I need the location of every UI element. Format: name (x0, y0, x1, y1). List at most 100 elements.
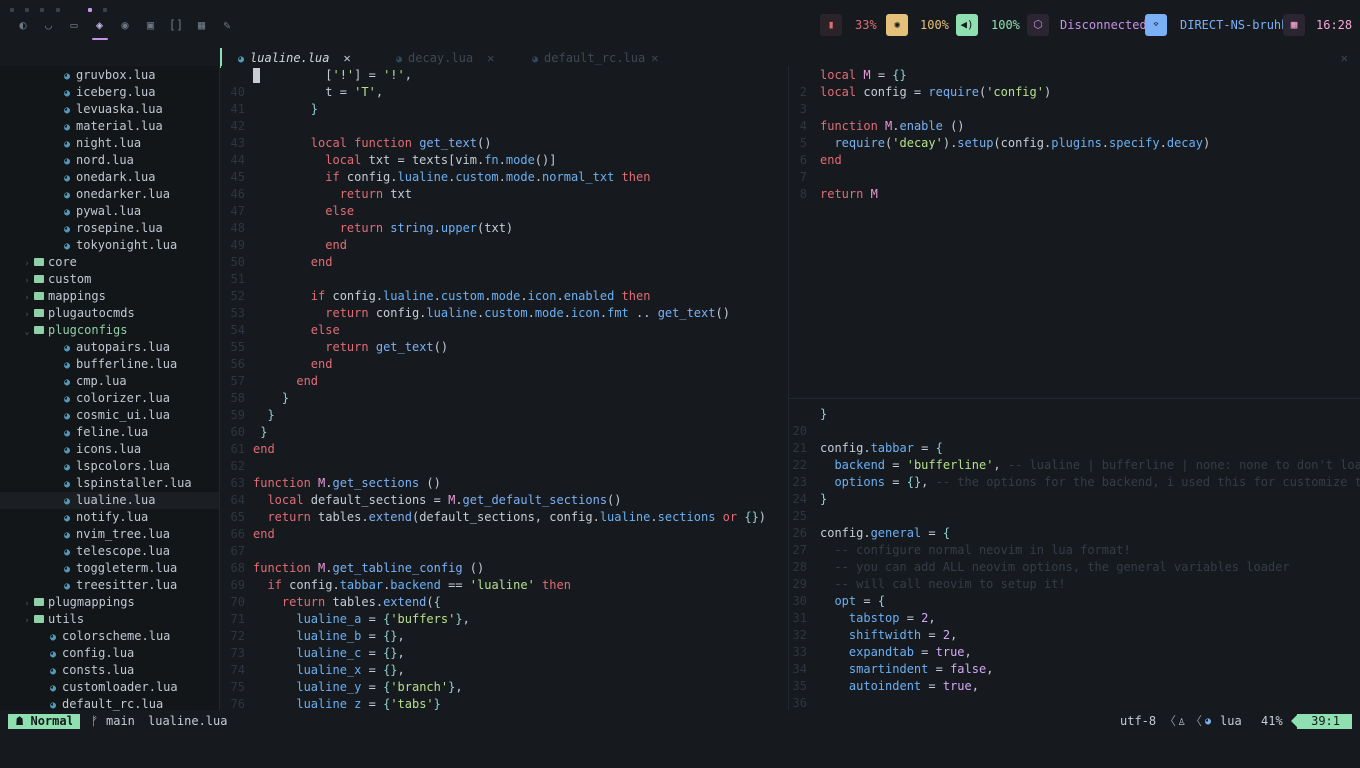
code-line[interactable]: 20 (789, 423, 1360, 440)
tree-file[interactable]: ◕ bufferline.lua (0, 356, 219, 373)
code-line[interactable]: 69 if config.tabbar.backend == 'lualine'… (221, 577, 788, 594)
code-line[interactable]: 35 autoindent = true, (789, 678, 1360, 695)
close-icon[interactable]: ✕ (487, 51, 494, 65)
firefox-icon[interactable]: ◐ (14, 16, 32, 34)
code-line[interactable]: 21 config.tabbar = { (789, 440, 1360, 457)
tree-folder[interactable]: › custom (0, 271, 219, 288)
code-line[interactable]: 30 opt = { (789, 593, 1360, 610)
code-line[interactable]: 72 lualine_b = {}, (221, 628, 788, 645)
tree-file[interactable]: ◕ iceberg.lua (0, 84, 219, 101)
tree-file[interactable]: ◕ cosmic_ui.lua (0, 407, 219, 424)
horizontal-split-divider[interactable] (789, 398, 1360, 399)
code-line[interactable]: 22 backend = 'bufferline', -- lualine | … (789, 457, 1360, 474)
tree-file[interactable]: ◕ levuaska.lua (0, 101, 219, 118)
code-line[interactable]: 51 (221, 271, 788, 288)
code-line[interactable]: 49 end (221, 237, 788, 254)
code-line[interactable]: 73 lualine_c = {}, (221, 645, 788, 662)
code-line[interactable]: 63 function M.get_sections () (221, 475, 788, 492)
editor-pane-decay[interactable]: local M = {} 2 local config = require('con… (789, 66, 1360, 396)
code-line[interactable]: 5 require('decay').setup(config.plugins.… (789, 135, 1360, 152)
code-line[interactable]: 24} (789, 491, 1360, 508)
code-line[interactable]: 71 lualine_a = {'buffers'}, (221, 611, 788, 628)
tab-default-rc[interactable]: ◕ default_rc.lua ✕ (532, 48, 658, 68)
tree-file[interactable]: ◕ pywal.lua (0, 203, 219, 220)
tree-file[interactable]: ◕ notify.lua (0, 509, 219, 526)
close-icon[interactable]: ✕ (651, 51, 658, 65)
tab-decay[interactable]: ◕ decay.lua ✕ (396, 48, 494, 68)
code-line[interactable]: 7 (789, 169, 1360, 186)
tree-file[interactable]: ◕ nvim_tree.lua (0, 526, 219, 543)
tree-file[interactable]: ◕ material.lua (0, 118, 219, 135)
code-line[interactable]: 33 expandtab = true, (789, 644, 1360, 661)
tree-file[interactable]: ◕ gruvbox.lua (0, 67, 219, 84)
code-line[interactable]: 61 end (221, 441, 788, 458)
tree-file[interactable]: ◕ tokyonight.lua (0, 237, 219, 254)
code-line[interactable]: 41 } (221, 101, 788, 118)
code-line[interactable]: 48 return string.upper(txt) (221, 220, 788, 237)
code-line[interactable]: 67 (221, 543, 788, 560)
code-line[interactable]: 64 local default_sections = M.get_defaul… (221, 492, 788, 509)
code-line[interactable]: 52 if config.lualine.custom.mode.icon.en… (221, 288, 788, 305)
code-line[interactable]: 32 shiftwidth = 2, (789, 627, 1360, 644)
code-line[interactable]: 66 end (221, 526, 788, 543)
sidebar-icon[interactable]: [] (167, 16, 185, 34)
code-line[interactable]: 75 lualine_y = {'branch'}, (221, 679, 788, 696)
layers-icon[interactable]: ◈ (91, 16, 109, 34)
code-line[interactable]: 6 end (789, 152, 1360, 169)
tree-file[interactable]: ◕ toggleterm.lua (0, 560, 219, 577)
tree-file[interactable]: ◕ cmp.lua (0, 373, 219, 390)
code-line[interactable]: } (789, 406, 1360, 423)
wifi-icon[interactable]: ⌔ (1145, 14, 1167, 36)
close-all-icon[interactable]: ✕ (1341, 48, 1348, 68)
code-line[interactable]: 57 end (221, 373, 788, 390)
tree-file[interactable]: ◕ lspcolors.lua (0, 458, 219, 475)
tree-file[interactable]: ◕ autopairs.lua (0, 339, 219, 356)
code-line[interactable]: 31 tabstop = 2, (789, 610, 1360, 627)
code-line[interactable]: 62 (221, 458, 788, 475)
code-line[interactable]: 26 config.general = { (789, 525, 1360, 542)
code-line[interactable]: 76 lualine_z = {'tabs'} (221, 696, 788, 710)
code-line[interactable]: 70 return tables.extend({ (221, 594, 788, 611)
tree-file[interactable]: ◕ colorizer.lua (0, 390, 219, 407)
code-line[interactable]: 45 if config.lualine.custom.mode.normal_… (221, 169, 788, 186)
code-line[interactable]: 42 (221, 118, 788, 135)
code-line[interactable]: 54 else (221, 322, 788, 339)
code-line[interactable]: 50 end (221, 254, 788, 271)
code-line[interactable]: 2 local config = require('config') (789, 84, 1360, 101)
code-line[interactable]: 40 t = 'T', (221, 84, 788, 101)
code-line[interactable]: 44 local txt = texts[vim.fn.mode()] (221, 152, 788, 169)
tree-file[interactable]: ◕ rosepine.lua (0, 220, 219, 237)
code-line[interactable]: 58 } (221, 390, 788, 407)
code-line[interactable]: 56 end (221, 356, 788, 373)
code-line[interactable]: 55 return get_text() (221, 339, 788, 356)
tree-file[interactable]: ◕ nord.lua (0, 152, 219, 169)
grid-icon[interactable]: ▦ (193, 16, 211, 34)
code-line[interactable]: 4 function M.enable () (789, 118, 1360, 135)
command-line[interactable] (0, 731, 1360, 768)
tree-folder[interactable]: › plugautocmds (0, 305, 219, 322)
tree-file[interactable]: ◕ consts.lua (0, 662, 219, 679)
editor-pane-lualine[interactable]: ['!'] = '!', 40 t = 'T', 41 } 42 43 local fu… (221, 66, 788, 710)
tree-file[interactable]: ◕ onedark.lua (0, 169, 219, 186)
tree-file[interactable]: ◕ lualine.lua (0, 492, 219, 509)
code-line[interactable]: 36 (789, 695, 1360, 710)
code-line[interactable]: 59 } (221, 407, 788, 424)
tree-folder[interactable]: ⌄ plugconfigs (0, 322, 219, 339)
tree-file[interactable]: ◕ onedarker.lua (0, 186, 219, 203)
code-line[interactable]: 74 lualine_x = {}, (221, 662, 788, 679)
chat-icon[interactable]: ▣ (142, 16, 160, 34)
editor-pane-default-rc[interactable]: } 20 21 config.tabbar = {22 backend = 'buff… (789, 404, 1360, 710)
compass-icon[interactable]: ◉ (116, 16, 134, 34)
code-line[interactable]: 46 return txt (221, 186, 788, 203)
pocket-icon[interactable]: ◡ (40, 16, 58, 34)
tree-file[interactable]: ◕ customloader.lua (0, 679, 219, 696)
close-icon[interactable]: ✕ (344, 51, 351, 65)
code-line[interactable]: 27 -- configure normal neovim in lua for… (789, 542, 1360, 559)
tab-lualine[interactable]: ◕ lualine.lua ✕ (220, 48, 351, 68)
tree-file[interactable]: ◕ treesitter.lua (0, 577, 219, 594)
code-line[interactable]: 34 smartindent = false, (789, 661, 1360, 678)
tree-file[interactable]: ◕ config.lua (0, 645, 219, 662)
tree-file[interactable]: ◕ telescope.lua (0, 543, 219, 560)
code-line[interactable]: ['!'] = '!', (221, 67, 788, 84)
code-line[interactable]: 29 -- will call neovim to setup it! (789, 576, 1360, 593)
